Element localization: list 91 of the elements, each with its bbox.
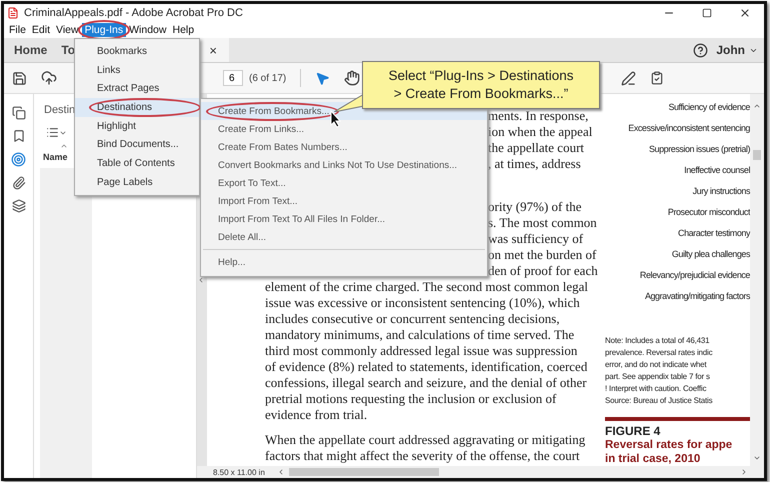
- chart-category-label: Ineffective counsel: [683, 164, 750, 177]
- body-text-line: s. The most common: [488, 215, 598, 231]
- figure-note: ! Interpret with caution. Coeffic: [605, 383, 708, 395]
- callout-text: Select “Plug-Ins > Destinations: [388, 67, 574, 85]
- body-text-line: evidence from trial.: [265, 407, 368, 423]
- paperclip-icon[interactable]: [12, 176, 26, 190]
- chart-category-label: Jury instructions: [692, 185, 750, 198]
- close-icon[interactable]: [739, 7, 751, 19]
- chart-category-label: Character testimony: [677, 227, 750, 240]
- scroll-thumb[interactable]: [288, 468, 439, 476]
- menu-item[interactable]: File: [6, 23, 29, 37]
- pages-icon[interactable]: [12, 106, 26, 120]
- help-icon[interactable]: [693, 42, 708, 58]
- page-number-field[interactable]: 6: [223, 70, 243, 86]
- body-text-line: on met the burden of: [488, 247, 598, 263]
- figure-note: prevalence. Reversal rates indic: [605, 347, 714, 359]
- figure-title: Reversal rates for appe: [605, 438, 734, 452]
- save-icon[interactable]: [12, 70, 27, 86]
- menu-item[interactable]: Bookmarks: [75, 42, 199, 61]
- body-text-line: third most commonly addressed legal issue was suppression: [265, 343, 578, 359]
- menu-item[interactable]: Help: [169, 23, 198, 37]
- target-icon[interactable]: [11, 152, 26, 167]
- checklist-icon[interactable]: [650, 71, 664, 85]
- body-text-line: issue was excessive or inconsistent sentencing (10%), which: [265, 295, 581, 311]
- body-text-line: mandatory minimums, and calculations of time served. The: [265, 327, 576, 343]
- figure-note: Source: Bureau of Justice Statis: [605, 395, 714, 407]
- window-title: CriminalAppeals.pdf - Adobe Acrobat Pro DC: [24, 7, 244, 19]
- figure-title: in trial case, 2010: [605, 452, 702, 466]
- menu-item[interactable]: Create From Bates Numbers...: [201, 138, 487, 156]
- chart-category-label: Relevancy/prejudicial evidence: [638, 269, 750, 282]
- scroll-thumb[interactable]: [753, 150, 761, 160]
- hand-icon[interactable]: [344, 70, 360, 86]
- chart-category-label: Prosecutor misconduct: [666, 206, 750, 219]
- upload-icon[interactable]: [41, 70, 57, 86]
- body-text-line: ion when the appeal: [488, 124, 594, 140]
- body-text-line: ments. In response,: [488, 108, 590, 124]
- body-text-line: the appellate court: [488, 140, 586, 156]
- body-text-line: den of proof for each: [488, 263, 599, 279]
- menu-item[interactable]: Delete All...: [201, 228, 487, 246]
- figure-label: FIGURE 4: [605, 424, 662, 438]
- nav-tab[interactable]: Home: [14, 43, 48, 57]
- mouse-cursor-icon: [330, 110, 342, 128]
- menu-item[interactable]: Create From Links...: [201, 120, 487, 138]
- panel-title: Destin: [44, 104, 76, 116]
- nav-tab[interactable]: To: [61, 43, 76, 57]
- body-text-line: includes consecutive or concurrent sentencing decisions,: [265, 311, 561, 327]
- menu-item[interactable]: Edit: [28, 23, 54, 37]
- sort-caret-icon: [60, 142, 68, 150]
- scroll-right-icon[interactable]: [740, 468, 748, 476]
- menu-item[interactable]: Convert Bookmarks and Links Not To Use Destinations...: [201, 156, 487, 174]
- figure-note: error, and do not indicate whet: [605, 359, 708, 371]
- menu-item[interactable]: Export To Text...: [201, 174, 487, 192]
- body-text-line: was sufficiency of: [488, 231, 584, 247]
- scroll-down-icon[interactable]: [753, 454, 761, 462]
- pen-icon[interactable]: [621, 70, 636, 86]
- chart-category-label: Suppression issues (pretrial): [648, 143, 750, 156]
- menu-item[interactable]: Highlight: [75, 116, 199, 136]
- list-options-icon[interactable]: [46, 126, 59, 139]
- maximize-icon[interactable]: [702, 8, 712, 18]
- menu-item[interactable]: Import From Text To All Files In Folder...: [201, 210, 487, 228]
- layers-icon[interactable]: [12, 199, 26, 213]
- figure-note: part. See appendix table 7 for s: [605, 371, 711, 383]
- body-text-line: factors that might affect the severity of the offense, the court: [265, 448, 581, 464]
- user-name[interactable]: John: [716, 43, 745, 57]
- bookmark-icon[interactable]: [12, 129, 26, 143]
- body-text-line: pretrial motions requesting the inclusion or exclusion of: [265, 391, 558, 407]
- pdf-file-icon: [7, 7, 19, 19]
- body-text-line: of evidence (8%) related to statements, identification, coerced: [265, 359, 588, 375]
- pointer-icon[interactable]: [315, 70, 330, 86]
- chart-category-label: Guilty plea challenges: [670, 248, 750, 261]
- menu-item[interactable]: Destinations: [75, 98, 199, 117]
- page-count: (6 of 17): [249, 72, 286, 84]
- menu-item[interactable]: Page Labels: [75, 172, 199, 192]
- figure-note: Note: Includes a total of 46,431: [605, 335, 710, 347]
- menu-item[interactable]: Extract Pages: [75, 79, 199, 98]
- tab-close-button[interactable]: ×: [197, 38, 230, 62]
- body-text-line: , at times, address: [488, 156, 582, 172]
- scroll-up-icon[interactable]: [753, 102, 761, 110]
- body-text-line: ority (97%) of the: [488, 199, 583, 215]
- menu-item[interactable]: Links: [75, 60, 199, 80]
- chart-category-label: Sufficiency of evidence: [667, 101, 750, 114]
- chart-category-label: Aggravating/mitigating factors: [644, 290, 750, 303]
- callout-text: > Create From Bookmarks...”: [394, 85, 568, 103]
- chart-category-label: Excessive/inconsistent sentencing: [627, 122, 750, 135]
- page-size: 8.50 x 11.00 in: [213, 468, 265, 476]
- body-text-line: element of the crime charged. The second most common legal: [265, 279, 589, 295]
- menu-item[interactable]: Import From Text...: [201, 192, 487, 210]
- body-text-line: When the appellate court addressed aggravating or mitigating: [265, 432, 586, 448]
- body-text-line: confessions, illegal search and seizure, and the denial of other: [265, 375, 588, 391]
- menu-item[interactable]: Help...: [201, 253, 487, 271]
- menu-item[interactable]: View: [53, 23, 82, 37]
